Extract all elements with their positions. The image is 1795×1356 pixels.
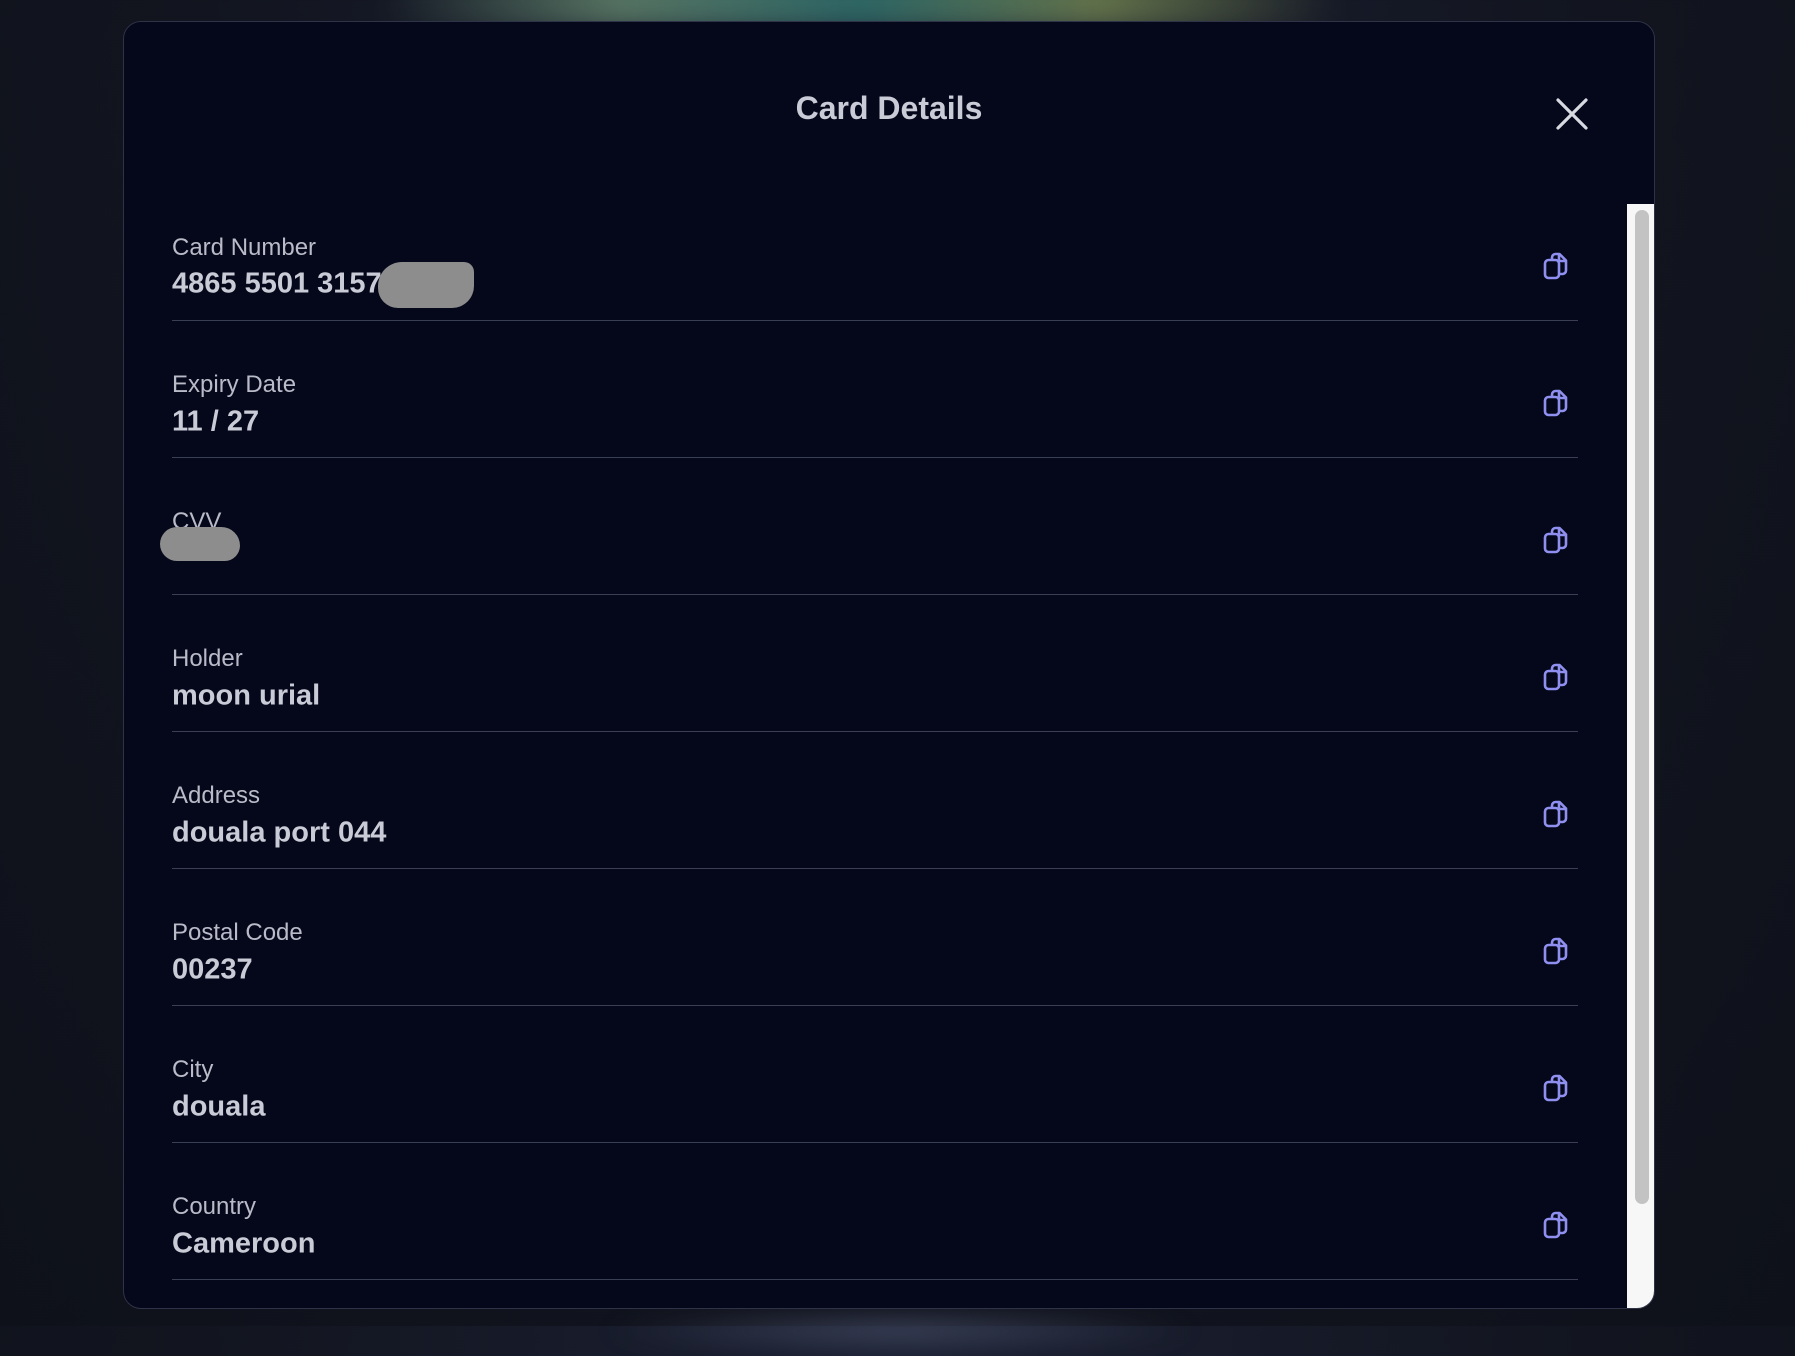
field-row-holder: Holder moon urial <box>172 595 1578 732</box>
cvv-value <box>160 527 240 561</box>
card-details-list: Card Number 4865 5501 3157 Expiry Date 1… <box>160 184 1578 1280</box>
city-value: douala <box>172 1090 266 1123</box>
field-row-address: Address douala port 044 <box>172 732 1578 869</box>
copy-address-button[interactable] <box>1540 798 1572 830</box>
copy-icon <box>1543 252 1568 280</box>
expiry-date-label: Expiry Date <box>172 371 297 398</box>
field-row-expiry-date: Expiry Date 11 / 27 <box>172 321 1578 458</box>
field-row-country: Country Cameroon <box>172 1143 1578 1280</box>
field-row-cvv: CVV <box>160 458 1578 595</box>
expiry-date-value: 11 / 27 <box>172 405 260 438</box>
card-details-modal: Card Details Card Number 4865 5501 3157 … <box>123 21 1655 1309</box>
copy-city-button[interactable] <box>1540 1072 1572 1104</box>
background-glow-bottom <box>600 1306 1200 1356</box>
close-button[interactable] <box>1550 92 1594 136</box>
address-value: douala port 044 <box>172 816 387 849</box>
copy-icon <box>1543 389 1568 417</box>
postal-code-value: 00237 <box>172 953 253 986</box>
copy-postal-code-button[interactable] <box>1540 935 1572 967</box>
holder-label: Holder <box>172 645 243 672</box>
field-row-card-number: Card Number 4865 5501 3157 <box>172 184 1578 321</box>
card-number-label: Card Number <box>172 234 317 261</box>
country-value: Cameroon <box>172 1227 316 1260</box>
copy-icon <box>1543 937 1568 965</box>
copy-cvv-button[interactable] <box>1540 524 1572 556</box>
copy-icon <box>1543 1211 1568 1239</box>
postal-code-label: Postal Code <box>172 919 303 946</box>
copy-card-number-button[interactable] <box>1540 250 1572 282</box>
city-label: City <box>172 1056 214 1083</box>
address-label: Address <box>172 782 261 809</box>
scrollbar[interactable] <box>1627 204 1654 1308</box>
copy-country-button[interactable] <box>1540 1209 1572 1241</box>
modal-title: Card Details <box>795 90 983 126</box>
copy-icon <box>1543 1074 1568 1102</box>
close-icon <box>1556 98 1588 130</box>
redaction-mark <box>160 527 240 561</box>
copy-icon <box>1543 663 1568 691</box>
card-number-digits: 4865 5501 3157 <box>172 267 382 300</box>
country-label: Country <box>172 1193 257 1220</box>
copy-holder-button[interactable] <box>1540 661 1572 693</box>
scrollbar-thumb[interactable] <box>1635 210 1649 1204</box>
card-number-value: 4865 5501 3157 <box>172 262 474 308</box>
redaction-mark <box>377 262 474 308</box>
field-row-city: City douala <box>172 1006 1578 1143</box>
copy-icon <box>1543 526 1568 554</box>
copy-expiry-date-button[interactable] <box>1540 387 1572 419</box>
field-row-postal-code: Postal Code 00237 <box>172 869 1578 1006</box>
copy-icon <box>1543 800 1568 828</box>
holder-value: moon urial <box>172 679 321 712</box>
